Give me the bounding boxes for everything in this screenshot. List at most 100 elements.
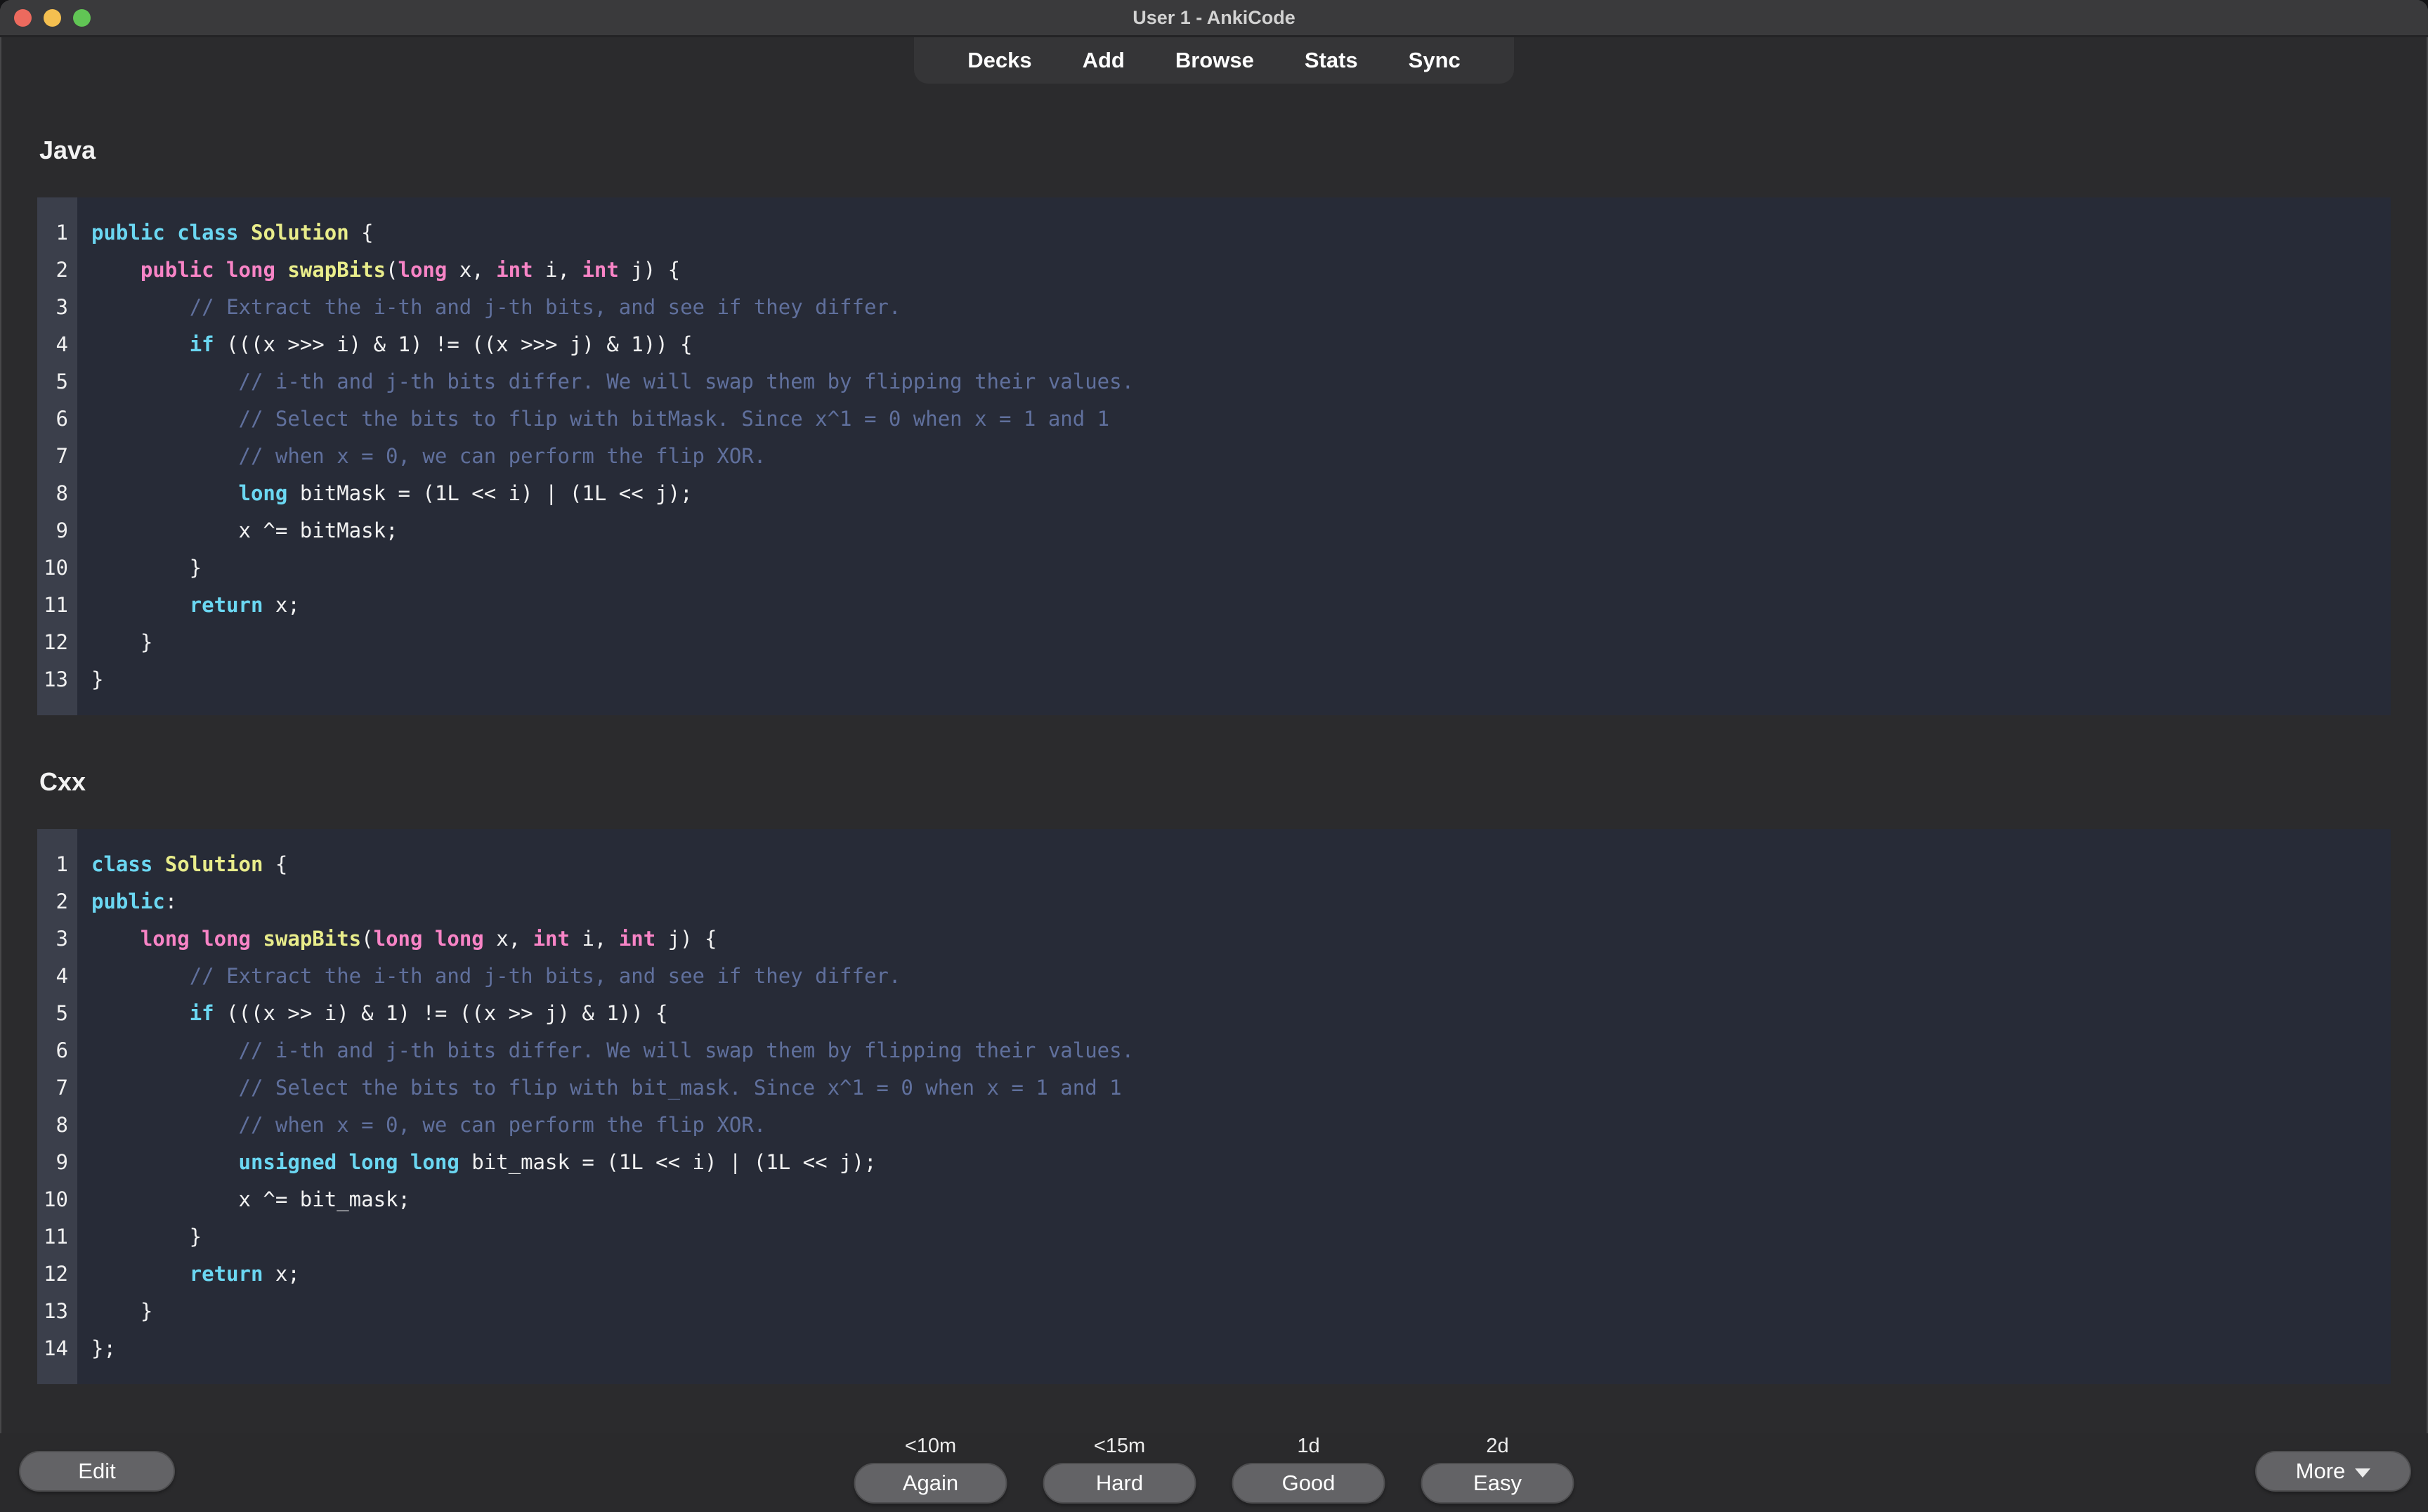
- top-toolbar: DecksAddBrowseStatsSync: [0, 37, 2428, 84]
- answer-interval-label: 2d: [1486, 1433, 1508, 1459]
- code-token: int: [533, 927, 570, 951]
- code-token: x;: [263, 593, 299, 617]
- line-number: 8: [37, 1107, 77, 1144]
- line-number: 11: [37, 587, 77, 624]
- code-token: unsigned long long: [239, 1150, 459, 1174]
- code-token: if: [190, 332, 214, 356]
- code-token: // Extract the i-th and j-th bits, and s…: [190, 295, 901, 319]
- code-token: class: [91, 852, 165, 876]
- toolbar-item-browse[interactable]: Browse: [1150, 37, 1279, 84]
- code-line: }: [91, 549, 2391, 587]
- code-token: x,: [484, 927, 533, 951]
- line-number: 6: [37, 1032, 77, 1069]
- code-token: [91, 1113, 239, 1137]
- code-lines: class Solution {public: long long swapBi…: [77, 829, 2391, 1384]
- code-token: [91, 1038, 239, 1062]
- code-block-cxx: 1234567891011121314class Solution {publi…: [37, 829, 2391, 1384]
- answer-interval-label: 1d: [1297, 1433, 1319, 1459]
- code-token: [91, 593, 190, 617]
- line-number: 13: [37, 1293, 77, 1330]
- toolbar-button-group: DecksAddBrowseStatsSync: [914, 37, 1514, 84]
- code-token: i,: [533, 258, 582, 282]
- code-token: // Select the bits to flip with bitMask.…: [239, 407, 1110, 431]
- edit-button[interactable]: Edit: [19, 1451, 175, 1492]
- line-number: 3: [37, 289, 77, 326]
- minimize-window-icon[interactable]: [44, 9, 61, 27]
- code-token: // when x = 0, we can perform the flip X…: [239, 444, 766, 468]
- code-token: [91, 295, 190, 319]
- toolbar-item-decks[interactable]: Decks: [942, 37, 1057, 84]
- code-token: Solution: [165, 852, 263, 876]
- line-number: 9: [37, 512, 77, 549]
- close-window-icon[interactable]: [14, 9, 32, 27]
- good-button[interactable]: Good: [1232, 1463, 1385, 1504]
- code-token: [91, 332, 190, 356]
- line-number-gutter: 12345678910111213: [37, 197, 77, 715]
- line-number: 7: [37, 438, 77, 475]
- code-token: x ^= bit_mask;: [91, 1187, 410, 1211]
- chevron-down-icon: [2355, 1468, 2370, 1478]
- more-button-label: More: [2296, 1459, 2346, 1484]
- line-number: 14: [37, 1330, 77, 1367]
- code-token: }: [91, 1225, 202, 1249]
- code-token: Solution: [251, 221, 349, 245]
- code-line: x ^= bitMask;: [91, 512, 2391, 549]
- code-token: }: [91, 630, 152, 654]
- code-token: [91, 370, 239, 393]
- code-token: x,: [447, 258, 496, 282]
- code-line: // when x = 0, we can perform the flip X…: [91, 438, 2391, 475]
- line-number: 5: [37, 995, 77, 1032]
- line-number: 1: [37, 214, 77, 252]
- code-token: long: [398, 258, 448, 282]
- code-line: }: [91, 661, 2391, 698]
- code-token: {: [349, 221, 374, 245]
- code-token: (((x >> i) & 1) != ((x >> j) & 1)) {: [214, 1001, 668, 1025]
- code-block-java: 12345678910111213public class Solution {…: [37, 197, 2391, 715]
- line-number: 3: [37, 920, 77, 958]
- code-token: // i-th and j-th bits differ. We will sw…: [239, 370, 1135, 393]
- code-token: [91, 407, 239, 431]
- code-line: }: [91, 1218, 2391, 1256]
- code-token: bit_mask = (1L << i) | (1L << j);: [459, 1150, 877, 1174]
- code-token: x ^= bitMask;: [91, 519, 398, 542]
- line-number: 7: [37, 1069, 77, 1107]
- code-line: // i-th and j-th bits differ. We will sw…: [91, 1032, 2391, 1069]
- toolbar-item-stats[interactable]: Stats: [1279, 37, 1383, 84]
- code-token: [91, 1001, 190, 1025]
- line-number: 4: [37, 326, 77, 363]
- easy-button[interactable]: Easy: [1421, 1463, 1574, 1504]
- line-number: 10: [37, 549, 77, 587]
- code-token: i,: [570, 927, 619, 951]
- line-number: 8: [37, 475, 77, 512]
- zoom-window-icon[interactable]: [73, 9, 91, 27]
- answer-interval-label: <15m: [1094, 1433, 1145, 1459]
- title-bar: User 1 - AnkiCode: [0, 0, 2428, 37]
- toolbar-item-add[interactable]: Add: [1057, 37, 1150, 84]
- line-number: 10: [37, 1181, 77, 1218]
- code-token: swapBits: [263, 927, 361, 951]
- code-lines: public class Solution { public long swap…: [77, 197, 2391, 715]
- again-button[interactable]: Again: [854, 1463, 1007, 1504]
- code-token: j) {: [619, 258, 680, 282]
- code-line: public long swapBits(long x, int i, int …: [91, 252, 2391, 289]
- code-line: long bitMask = (1L << i) | (1L << j);: [91, 475, 2391, 512]
- line-number-gutter: 1234567891011121314: [37, 829, 77, 1384]
- more-button[interactable]: More: [2255, 1451, 2411, 1492]
- answer-group-again: <10mAgain: [854, 1433, 1007, 1512]
- code-line: // Select the bits to flip with bitMask.…: [91, 400, 2391, 438]
- code-token: return: [190, 593, 263, 617]
- code-line: public:: [91, 883, 2391, 920]
- toolbar-item-sync[interactable]: Sync: [1383, 37, 1486, 84]
- line-number: 11: [37, 1218, 77, 1256]
- code-token: long long: [141, 927, 263, 951]
- code-token: return: [190, 1262, 263, 1286]
- code-line: }: [91, 624, 2391, 661]
- hard-button[interactable]: Hard: [1043, 1463, 1196, 1504]
- code-token: [91, 444, 239, 468]
- answer-group-hard: <15m Hard: [1043, 1433, 1196, 1512]
- code-token: [91, 1076, 239, 1100]
- code-token: // Extract the i-th and j-th bits, and s…: [190, 964, 901, 988]
- code-token: (((x >>> i) & 1) != ((x >>> j) & 1)) {: [214, 332, 693, 356]
- code-line: if (((x >>> i) & 1) != ((x >>> j) & 1)) …: [91, 326, 2391, 363]
- answer-group-good: 1d Good: [1232, 1433, 1385, 1512]
